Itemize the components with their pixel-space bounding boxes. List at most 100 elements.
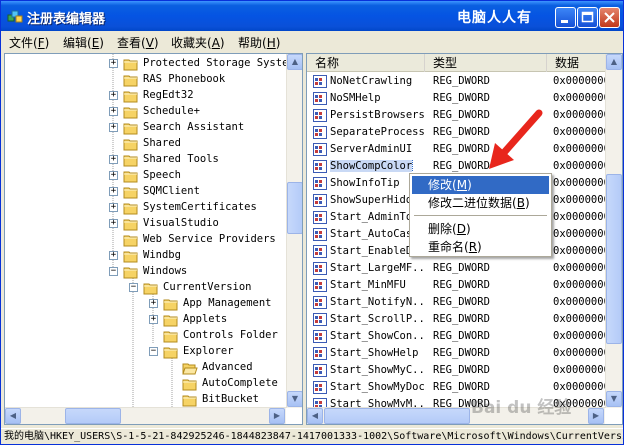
collapse-icon[interactable]: − [149,347,158,356]
menu-help[interactable]: 帮助(H) [238,34,280,51]
values-vertical-scrollbar[interactable]: ▲ ▼ [605,54,622,408]
value-type: REG_DWORD [433,381,490,393]
scroll-left-arrow-icon[interactable]: ◀ [5,408,21,424]
collapse-icon[interactable]: − [109,267,118,276]
value-data: 0x0000000 [553,296,610,308]
expand-icon[interactable]: + [109,251,118,260]
expand-icon[interactable]: + [109,219,118,228]
dword-value-icon [313,381,327,394]
tree-vertical-scrollbar[interactable]: ▲ ▼ [286,54,302,408]
maximize-button[interactable] [577,7,598,28]
scroll-thumb[interactable] [287,182,302,234]
expand-icon[interactable]: + [149,299,158,308]
scroll-thumb[interactable] [606,174,622,344]
tree-item-label: Search Assistant [143,121,245,133]
value-data: 0x0000000 [553,194,610,206]
value-name-text: SeparateProcess [330,126,425,138]
dword-value-icon [313,160,327,173]
scroll-thumb[interactable] [65,408,121,424]
value-row[interactable]: Start_ShowCon... REG_DWORD 0x0000000 [307,328,610,345]
tree-horizontal-scrollbar[interactable]: ◀ ▶ [5,407,286,424]
expand-icon[interactable]: + [109,155,118,164]
scroll-thumb[interactable] [324,408,470,424]
registry-tree-pane[interactable]: + Protected Storage System RAS Phonebook + R… [4,53,303,425]
value-row[interactable]: NoSMHelp REG_DWORD 0x0000000 [307,90,610,107]
status-bar: 我的电脑\HKEY_USERS\S-1-5-21-842925246-18448… [1,428,623,444]
expand-icon[interactable]: + [149,315,158,324]
scroll-right-arrow-icon[interactable]: ▶ [588,408,604,424]
column-type[interactable]: 类型 [425,54,547,72]
value-type: REG_DWORD [433,126,490,138]
expand-icon[interactable]: + [109,107,118,116]
scroll-down-arrow-icon[interactable]: ▼ [287,391,302,407]
value-row[interactable]: Start_NotifyN... REG_DWORD 0x0000000 [307,294,610,311]
scroll-down-arrow-icon[interactable]: ▼ [606,391,622,407]
value-row[interactable]: Start_MinMFU REG_DWORD 0x0000000 [307,277,610,294]
minimize-icon [561,20,568,23]
value-row[interactable]: Start_ShowMyC... REG_DWORD 0x0000000 [307,362,610,379]
value-name-text: Start_AdminTo [330,211,413,223]
value-row[interactable]: Start_ScrollP... REG_DWORD 0x0000000 [307,311,610,328]
value-data: 0x0000000 [553,313,610,325]
value-type: REG_DWORD [433,92,490,104]
regedit-window: 注册表编辑器 电脑人人有 文件(F) 编辑(E) 查看(V) 收藏夹(A) 帮助… [0,0,624,445]
menu-edit[interactable]: 编辑(E) [63,34,104,51]
tree-item-label: Controls Folder [183,329,278,341]
value-name: NoSMHelp [330,92,426,104]
regedit-icon [7,10,23,23]
folder-icon [123,251,138,263]
dword-value-icon [313,75,327,88]
value-row[interactable]: NoNetCrawling REG_DWORD 0x0000000 [307,73,610,90]
expand-icon[interactable]: + [109,123,118,132]
title-bar[interactable]: 注册表编辑器 电脑人人有 [1,1,623,31]
folder-icon [123,267,138,279]
dword-value-icon [313,194,327,207]
folder-icon [123,59,138,71]
expand-icon[interactable]: + [109,59,118,68]
value-data: 0x0000000 [553,347,610,359]
close-button[interactable] [599,7,620,28]
context-menu: 修改(M) 修改二进位数据(B) 删除(D) 重命名(R) [409,173,552,257]
tree-item-label: Web Service Providers [143,233,276,245]
minimize-button[interactable] [555,7,576,28]
menu-view[interactable]: 查看(V) [117,34,159,51]
folder-icon [182,379,197,391]
value-data: 0x0000000 [553,177,610,189]
value-row[interactable]: SeparateProcess REG_DWORD 0x0000000 [307,124,610,141]
expand-icon[interactable]: + [109,187,118,196]
expand-icon[interactable]: + [109,203,118,212]
value-row[interactable]: ServerAdminUI REG_DWORD 0x0000000 [307,141,610,158]
value-name-text: Start_EnableD [330,245,413,257]
ctx-modify-binary[interactable]: 修改二进位数据(B) [412,194,549,212]
value-name-text: PersistBrowsers [330,109,425,121]
ctx-delete[interactable]: 删除(D) [412,220,549,238]
expand-icon[interactable]: + [109,91,118,100]
dword-value-icon [313,177,327,190]
ctx-modify[interactable]: 修改(M) [412,176,549,194]
value-name: Start_NotifyN... [330,296,426,308]
value-row[interactable]: Start_ShowHelp REG_DWORD 0x0000000 [307,345,610,362]
scroll-up-arrow-icon[interactable]: ▲ [606,54,622,70]
column-name[interactable]: 名称 [307,54,425,72]
value-data: 0x0000000 [553,364,610,376]
expand-icon[interactable]: + [109,171,118,180]
tree-item-label: Advanced [202,361,253,373]
value-data: 0x0000000 [553,245,610,257]
value-name: SeparateProcess [330,126,426,138]
scroll-left-arrow-icon[interactable]: ◀ [307,408,323,424]
ctx-rename[interactable]: 重命名(R) [412,238,549,256]
scroll-right-arrow-icon[interactable]: ▶ [269,408,285,424]
folder-icon [163,299,178,311]
value-row[interactable]: Start_LargeMF... REG_DWORD 0x0000000 [307,260,610,277]
value-name-text: Start_ShowCon... [330,330,426,342]
menu-favorites[interactable]: 收藏夹(A) [171,34,225,51]
menu-file[interactable]: 文件(F) [9,34,49,51]
scroll-up-arrow-icon[interactable]: ▲ [287,54,302,70]
dword-value-icon [313,262,327,275]
value-type: REG_DWORD [433,109,490,121]
baidu-watermark: Bai du 经验 [471,398,572,418]
value-row[interactable]: PersistBrowsers REG_DWORD 0x0000000 [307,107,610,124]
value-name-text: NoNetCrawling [330,75,413,87]
collapse-icon[interactable]: − [129,283,138,292]
tree-item-label: Windows [143,265,188,277]
